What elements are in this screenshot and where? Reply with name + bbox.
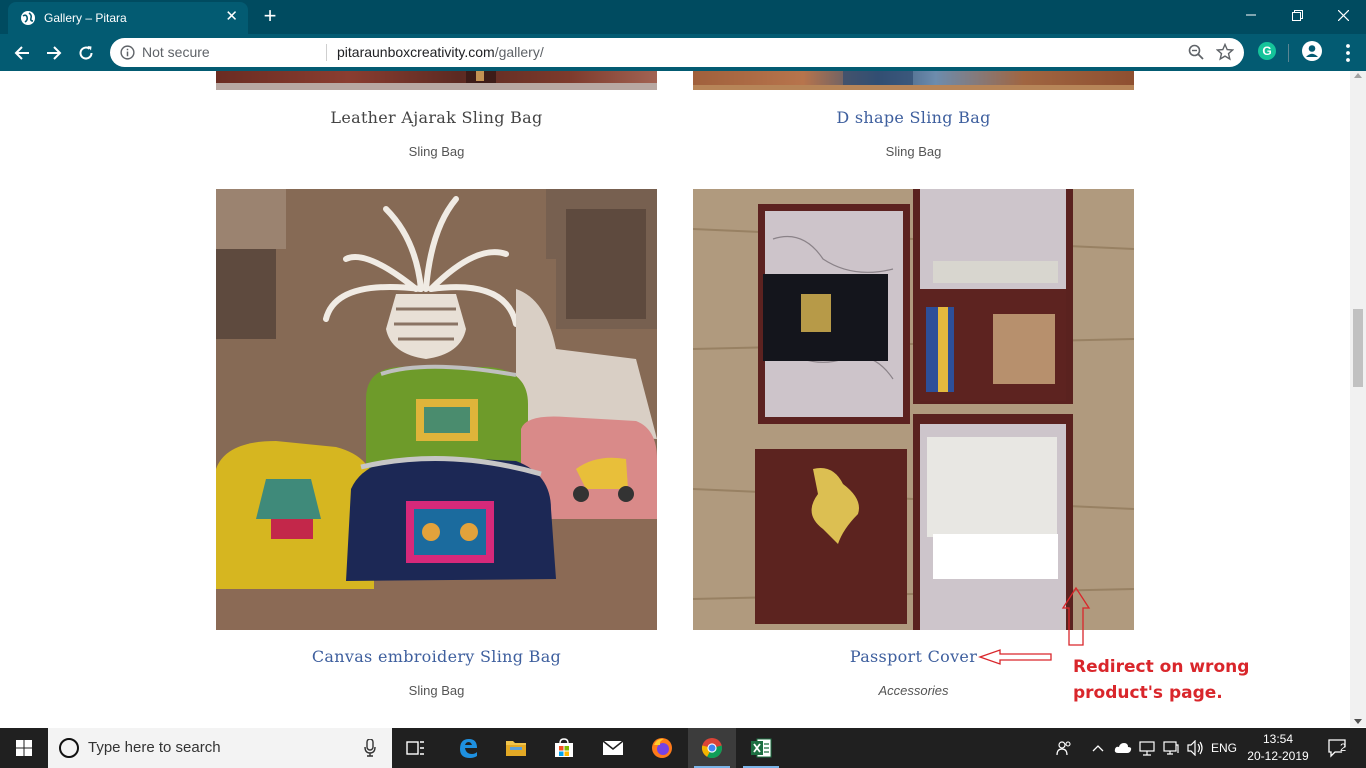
minimize-icon bbox=[1246, 14, 1256, 16]
firefox-app-button[interactable] bbox=[638, 728, 686, 768]
folder-icon bbox=[506, 741, 526, 756]
page-viewport: Leather Ajarak Sling Bag Sling Bag D sha… bbox=[0, 71, 1350, 727]
passport-cover-photo bbox=[693, 189, 1134, 630]
arrow-left-icon bbox=[14, 46, 29, 60]
minimize-button[interactable] bbox=[1228, 0, 1274, 30]
tab-close-icon[interactable]: ✕ bbox=[225, 9, 238, 25]
file-explorer-button[interactable] bbox=[492, 728, 540, 768]
reload-icon bbox=[79, 46, 93, 60]
onedrive-tray-button[interactable] bbox=[1112, 728, 1134, 768]
browser-toolbar: Not secure pitaraunboxcreativity.com/gal… bbox=[0, 34, 1366, 71]
product-image-d-shape[interactable] bbox=[693, 71, 1134, 90]
annotation-line-1: Redirect on wrong bbox=[1073, 657, 1250, 677]
cortana-icon bbox=[59, 738, 79, 758]
action-center-button[interactable]: 2 bbox=[1320, 728, 1360, 768]
new-tab-button[interactable]: + bbox=[258, 4, 282, 28]
speaker-icon bbox=[1187, 740, 1203, 756]
mail-icon bbox=[602, 740, 624, 755]
clock-date: 20-12-2019 bbox=[1247, 749, 1309, 763]
tab-title: Gallery – Pitara bbox=[44, 11, 127, 25]
language-indicator[interactable]: ENG bbox=[1208, 728, 1240, 768]
product-title-d-shape[interactable]: D shape Sling Bag bbox=[693, 108, 1134, 127]
taskbar-search-box[interactable]: Type here to search bbox=[48, 728, 392, 768]
chevron-up-icon bbox=[1092, 745, 1104, 752]
globe-icon bbox=[21, 11, 35, 25]
start-button[interactable] bbox=[0, 728, 48, 768]
product-title-leather-ajarak[interactable]: Leather Ajarak Sling Bag bbox=[216, 108, 657, 127]
reload-button[interactable] bbox=[73, 40, 99, 66]
canvas-purses-photo bbox=[216, 189, 657, 630]
excel-app-button[interactable] bbox=[737, 728, 785, 768]
product-category[interactable]: Accessories bbox=[693, 683, 1134, 698]
page-scrollbar[interactable] bbox=[1350, 71, 1366, 727]
edge-icon bbox=[460, 739, 477, 758]
notification-count: 2 bbox=[1340, 742, 1347, 754]
monitor-icon bbox=[1163, 741, 1179, 755]
product-title-canvas-embroidery[interactable]: Canvas embroidery Sling Bag bbox=[216, 647, 657, 666]
d-shape-bag-photo bbox=[693, 71, 1134, 90]
browser-tab[interactable]: Gallery – Pitara ✕ bbox=[8, 2, 248, 34]
zoom-icon[interactable] bbox=[1188, 44, 1204, 60]
chrome-app-button[interactable] bbox=[688, 728, 736, 768]
address-divider bbox=[326, 44, 327, 61]
cloud-icon bbox=[1114, 743, 1132, 753]
close-window-button[interactable] bbox=[1320, 0, 1366, 30]
microphone-icon[interactable] bbox=[364, 739, 376, 757]
leather-bag-photo bbox=[216, 71, 657, 90]
people-icon bbox=[1056, 741, 1071, 756]
people-button[interactable] bbox=[1052, 728, 1076, 768]
mail-app-button[interactable] bbox=[589, 728, 637, 768]
store-app-button[interactable] bbox=[540, 728, 588, 768]
annotation-line-2: product's page. bbox=[1073, 683, 1223, 703]
task-view-icon bbox=[406, 741, 424, 755]
annotation-up-arrow-icon bbox=[1061, 586, 1091, 646]
network-tray-button[interactable] bbox=[1136, 728, 1158, 768]
profile-avatar-icon[interactable] bbox=[1302, 41, 1322, 61]
bookmark-star-icon[interactable] bbox=[1216, 43, 1234, 61]
system-clock[interactable]: 13:54 20-12-2019 bbox=[1240, 731, 1316, 765]
product-image-passport-cover[interactable] bbox=[693, 189, 1134, 630]
not-secure-label[interactable]: Not secure bbox=[142, 44, 210, 60]
excel-icon bbox=[751, 738, 772, 758]
forward-button[interactable] bbox=[41, 40, 67, 66]
scroll-up-icon[interactable] bbox=[1354, 73, 1362, 78]
grammarly-extension-icon[interactable]: G bbox=[1258, 42, 1276, 60]
url-host: pitaraunboxcreativity.com bbox=[337, 44, 495, 60]
store-bag-icon bbox=[555, 738, 573, 757]
windows-logo-icon bbox=[16, 740, 32, 756]
task-view-button[interactable] bbox=[392, 728, 440, 768]
display-tray-button[interactable] bbox=[1160, 728, 1182, 768]
scroll-down-icon[interactable] bbox=[1354, 719, 1362, 724]
search-placeholder: Type here to search bbox=[88, 739, 221, 756]
chrome-icon bbox=[701, 738, 723, 759]
back-button[interactable] bbox=[9, 40, 35, 66]
info-icon[interactable] bbox=[120, 45, 135, 60]
product-category[interactable]: Sling Bag bbox=[216, 144, 657, 159]
product-category[interactable]: Sling Bag bbox=[693, 144, 1134, 159]
annotation-left-arrow-icon bbox=[978, 649, 1052, 665]
edge-app-button[interactable] bbox=[444, 728, 492, 768]
arrow-right-icon bbox=[47, 46, 62, 60]
browser-title-bar: Gallery – Pitara ✕ + bbox=[0, 0, 1366, 34]
firefox-icon bbox=[652, 738, 672, 758]
windows-taskbar: Type here to search ENG 13:54 20-12-2019… bbox=[0, 728, 1366, 768]
restore-icon bbox=[1291, 9, 1303, 21]
product-category[interactable]: Sling Bag bbox=[216, 683, 657, 698]
product-image-canvas-embroidery[interactable] bbox=[216, 189, 657, 630]
show-hidden-icons-button[interactable] bbox=[1088, 728, 1108, 768]
product-title-passport-cover[interactable]: Passport Cover bbox=[693, 647, 1134, 666]
annotation-note: Redirect on wrong product's page. bbox=[1073, 654, 1249, 706]
close-icon bbox=[1337, 9, 1349, 21]
url-text[interactable]: pitaraunboxcreativity.com/gallery/ bbox=[337, 44, 544, 60]
restore-button[interactable] bbox=[1274, 0, 1320, 30]
scrollbar-thumb[interactable] bbox=[1353, 309, 1363, 387]
more-menu-icon[interactable] bbox=[1340, 42, 1356, 64]
address-bar[interactable]: Not secure pitaraunboxcreativity.com/gal… bbox=[110, 38, 1244, 67]
product-image-leather-ajarak[interactable] bbox=[216, 71, 657, 90]
volume-tray-button[interactable] bbox=[1184, 728, 1208, 768]
ethernet-icon bbox=[1139, 741, 1155, 756]
toolbar-divider bbox=[1288, 44, 1289, 62]
url-path: /gallery/ bbox=[494, 44, 544, 60]
clock-time: 13:54 bbox=[1262, 732, 1294, 746]
